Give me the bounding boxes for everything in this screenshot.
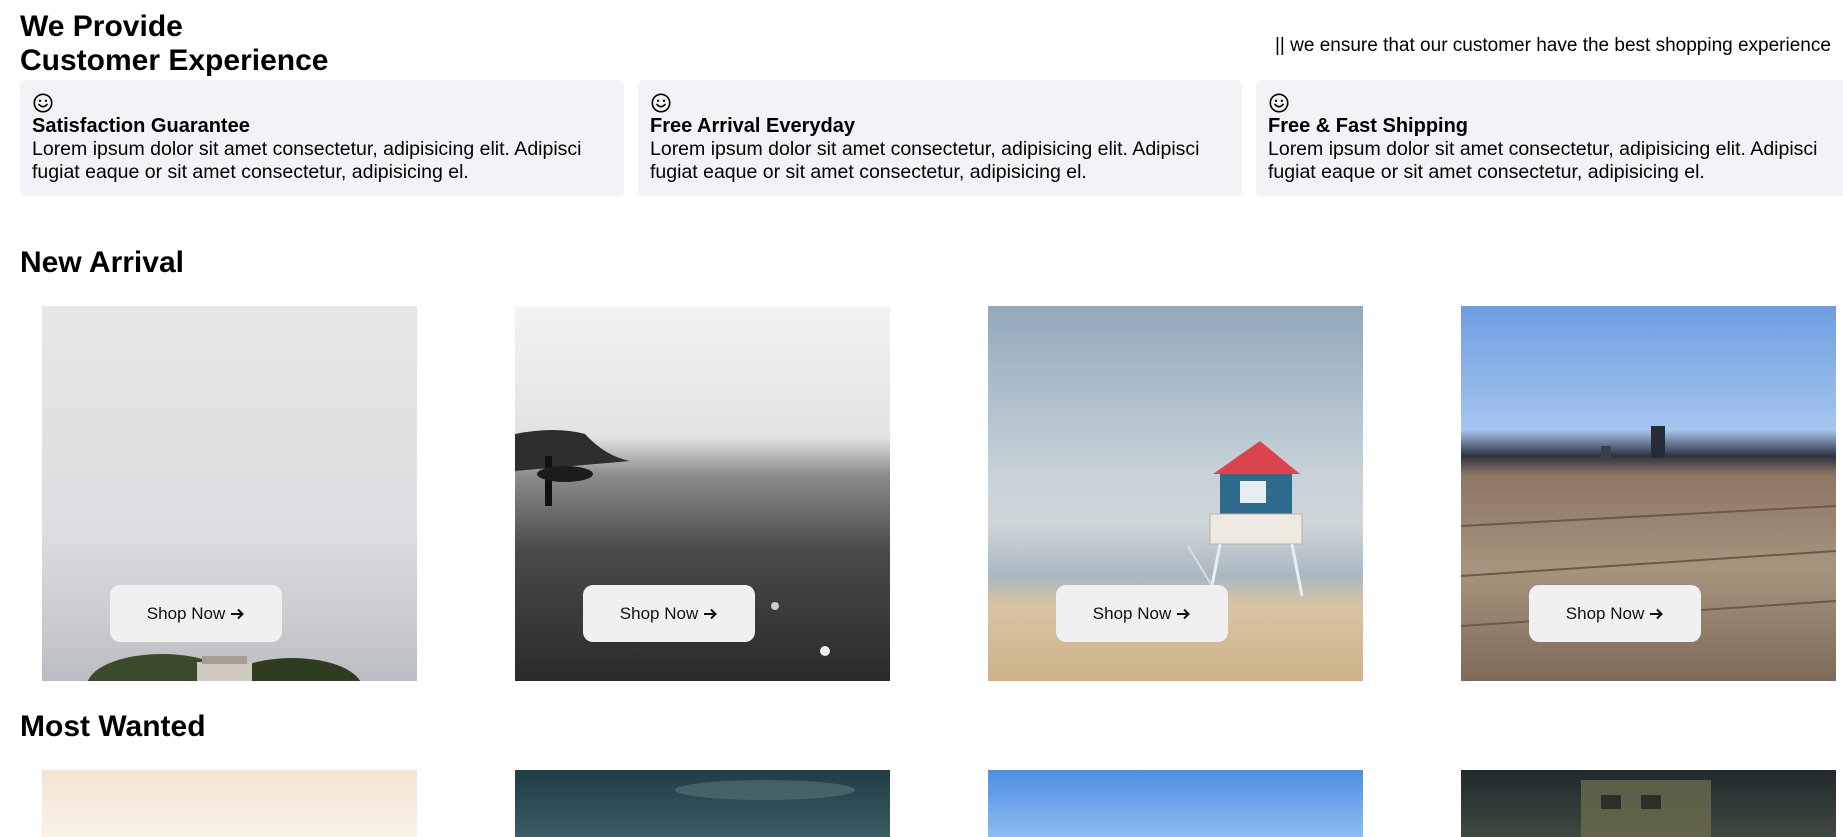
product-card[interactable]: [988, 770, 1363, 837]
arrow-right-icon: [704, 608, 718, 619]
feature-card-fast-shipping: Free & Fast Shipping Lorem ipsum dolor s…: [1256, 80, 1843, 196]
product-card[interactable]: [515, 770, 890, 837]
product-image: [42, 770, 417, 837]
smile-icon: [1269, 93, 1289, 113]
shop-now-label: Shop Now: [1092, 603, 1172, 623]
product-card[interactable]: Shop Now: [515, 306, 890, 681]
product-image: [1581, 780, 1711, 837]
most-wanted-heading: Most Wanted: [20, 710, 206, 743]
feature-description: Lorem ipsum dolor sit amet consectetur, …: [32, 138, 582, 183]
smile-icon: [33, 93, 53, 113]
features-row: Satisfaction Guarantee Lorem ipsum dolor…: [20, 80, 1843, 198]
shop-now-label: Shop Now: [146, 603, 226, 623]
shop-now-label: Shop Now: [1565, 603, 1645, 623]
new-arrival-heading: New Arrival: [20, 246, 184, 279]
feature-card-free-arrival: Free Arrival Everyday Lorem ipsum dolor …: [638, 80, 1242, 196]
product-card[interactable]: [42, 770, 417, 837]
feature-description: Lorem ipsum dolor sit amet consectetur, …: [650, 138, 1200, 183]
arrow-right-icon: [1650, 608, 1664, 619]
hero-title: We Provide Customer Experience: [20, 10, 328, 78]
feature-title: Satisfaction Guarantee: [32, 115, 250, 137]
shop-now-button[interactable]: Shop Now: [110, 585, 282, 642]
shop-now-button[interactable]: Shop Now: [1529, 585, 1701, 642]
shop-now-button[interactable]: Shop Now: [583, 585, 755, 642]
feature-card-satisfaction: Satisfaction Guarantee Lorem ipsum dolor…: [20, 80, 624, 196]
feature-title: Free & Fast Shipping: [1268, 115, 1469, 137]
hero-title-line1: We Provide: [20, 10, 183, 43]
shop-now-button[interactable]: Shop Now: [1056, 585, 1228, 642]
feature-title: Free Arrival Everyday: [650, 115, 855, 137]
hero-title-line2: Customer Experience: [20, 44, 329, 77]
feature-description: Lorem ipsum dolor sit amet consectetur, …: [1268, 138, 1818, 183]
product-image: [988, 770, 1363, 837]
product-card[interactable]: [1461, 770, 1836, 837]
product-image: [675, 780, 855, 800]
product-card[interactable]: Shop Now: [988, 306, 1363, 681]
smile-icon: [651, 93, 671, 113]
hero-tagline: || we ensure that our customer have the …: [1275, 35, 1831, 56]
product-card[interactable]: Shop Now: [1461, 306, 1836, 681]
arrow-right-icon: [1177, 608, 1191, 619]
product-card[interactable]: Shop Now: [42, 306, 417, 681]
arrow-right-icon: [231, 608, 245, 619]
shop-now-label: Shop Now: [619, 603, 699, 623]
